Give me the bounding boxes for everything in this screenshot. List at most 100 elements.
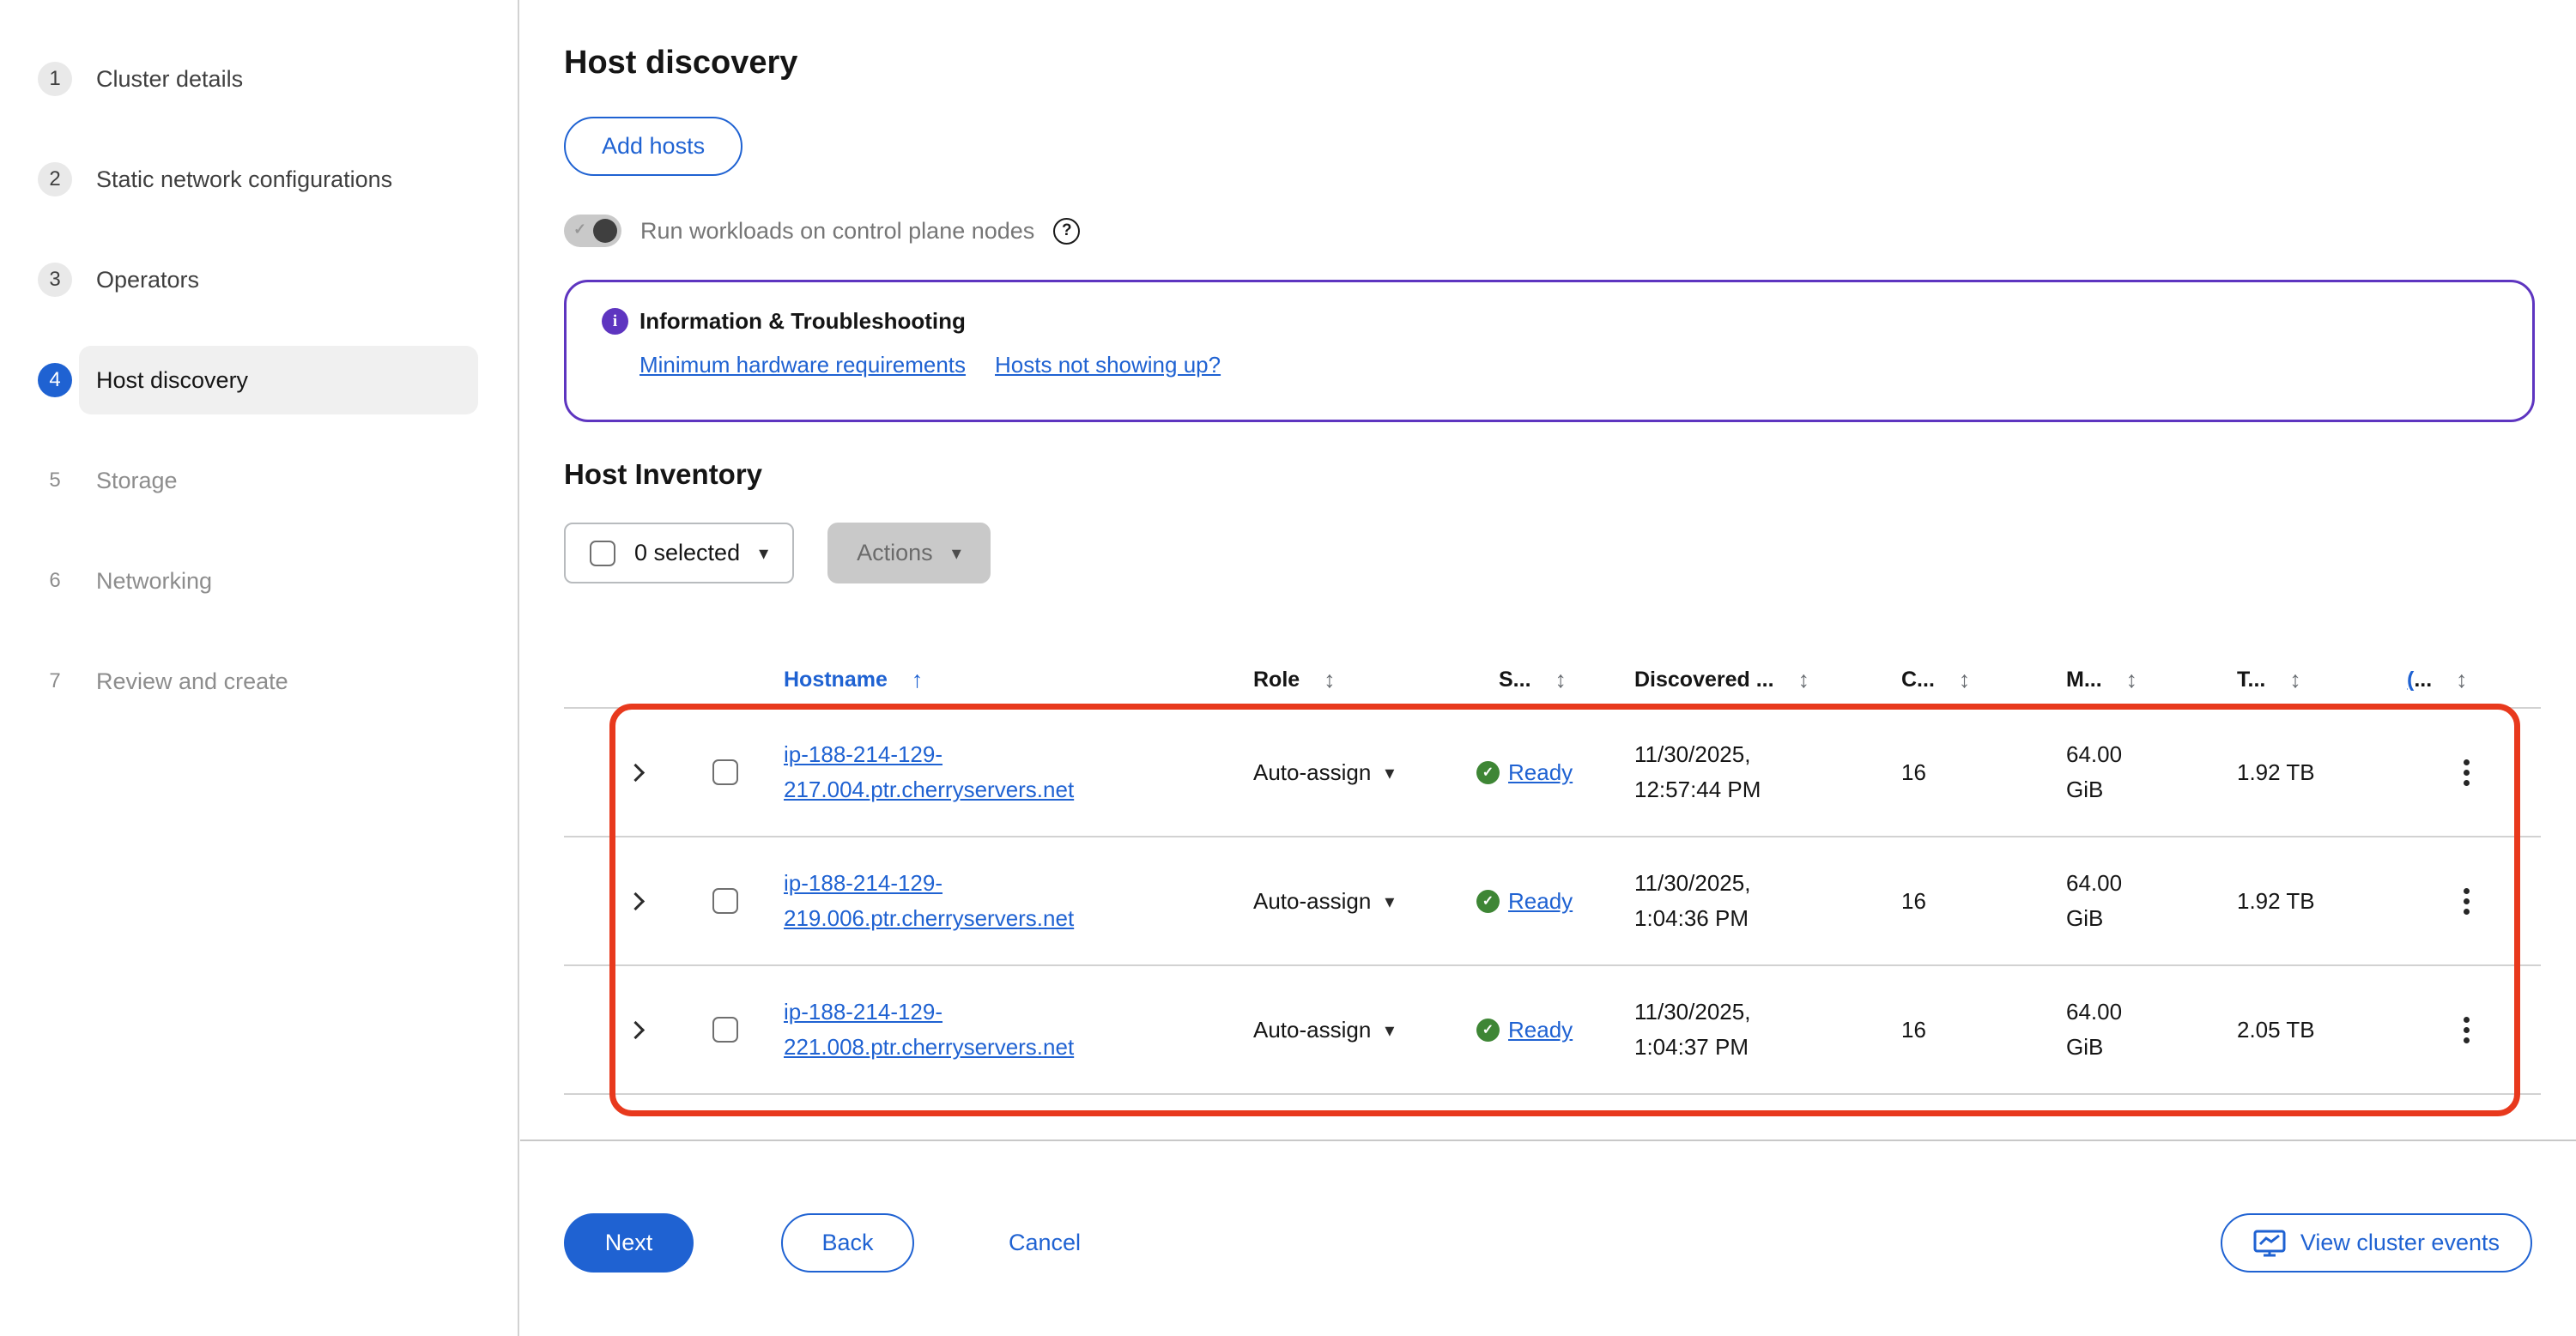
step-number: 5 xyxy=(38,463,72,498)
step-number: 4 xyxy=(38,363,72,397)
select-column-header xyxy=(688,652,761,707)
column-header-status[interactable]: S... xyxy=(1499,662,1531,698)
step-number: 7 xyxy=(38,664,72,698)
info-troubleshooting-box: i Information & Troubleshooting Minimum … xyxy=(564,280,2535,422)
sort-icon[interactable] xyxy=(1324,662,1336,698)
inventory-toolbar: 0 selected Actions xyxy=(564,523,991,583)
hosts-not-showing-up-link[interactable]: Hosts not showing up? xyxy=(995,352,1221,378)
status-link[interactable]: Ready xyxy=(1508,884,1573,919)
switch-knob xyxy=(593,219,617,243)
bulk-select-label: 0 selected xyxy=(634,540,740,566)
sort-icon[interactable] xyxy=(2289,662,2301,698)
add-hosts-button[interactable]: Add hosts xyxy=(564,117,742,176)
run-workloads-switch[interactable] xyxy=(564,215,621,247)
sort-ascending-icon[interactable] xyxy=(912,662,924,698)
table-row: ip-188-214-129-219.006.ptr.cherryservers… xyxy=(564,837,2541,966)
expand-row-chevron-icon[interactable] xyxy=(627,1020,645,1038)
kebab-menu-icon[interactable] xyxy=(2458,1012,2475,1049)
actions-dropdown[interactable]: Actions xyxy=(827,523,991,583)
column-header-storage[interactable]: T... xyxy=(2237,662,2265,698)
cpu-cores: 16 xyxy=(1852,837,2019,964)
hostname-link[interactable]: ip-188-214-129-221.008.ptr.cherryservers… xyxy=(784,994,1074,1065)
row-select-checkbox[interactable] xyxy=(712,888,738,914)
hostname-link[interactable]: ip-188-214-129-219.006.ptr.cherryservers… xyxy=(784,866,1074,936)
sidebar-item-label: Host discovery xyxy=(96,367,248,394)
ready-status-icon xyxy=(1476,761,1500,784)
bulk-select-checkbox[interactable] xyxy=(590,541,615,566)
status-link[interactable]: Ready xyxy=(1508,755,1573,790)
sidebar-item-label: Cluster details xyxy=(96,66,243,93)
role-dropdown[interactable]: Auto-assign xyxy=(1229,966,1444,1093)
kebab-menu-icon[interactable] xyxy=(2458,883,2475,920)
expand-row-chevron-icon[interactable] xyxy=(627,763,645,781)
info-box-title: Information & Troubleshooting xyxy=(639,308,966,335)
run-workloads-label: Run workloads on control plane nodes xyxy=(640,218,1034,245)
sidebar-item-cluster-details[interactable]: 1 Cluster details xyxy=(38,57,243,100)
row-select-checkbox[interactable] xyxy=(712,759,738,785)
cpu-cores: 16 xyxy=(1852,709,2019,836)
minimum-hardware-requirements-link[interactable]: Minimum hardware requirements xyxy=(639,352,966,378)
cancel-button[interactable]: Cancel xyxy=(1009,1213,1081,1273)
cpu-cores: 16 xyxy=(1852,966,2019,1093)
sidebar-item-label: Operators xyxy=(96,267,199,293)
expand-row-chevron-icon[interactable] xyxy=(627,892,645,910)
host-discovery-page: 1 Cluster details 2 Static network confi… xyxy=(0,0,2576,1336)
column-header-role[interactable]: Role xyxy=(1253,662,1300,698)
extra-cell xyxy=(2354,966,2457,1093)
sidebar-item-networking: 6 Networking xyxy=(38,559,212,602)
bulk-select-dropdown[interactable]: 0 selected xyxy=(564,523,794,583)
sidebar-item-label: Review and create xyxy=(96,668,288,695)
sort-icon[interactable] xyxy=(2126,662,2138,698)
sidebar-item-host-discovery[interactable]: 4 Host discovery xyxy=(38,359,248,402)
monitor-chart-icon xyxy=(2253,1229,2286,1258)
expand-column-header xyxy=(564,652,688,707)
footer-divider xyxy=(520,1140,2576,1141)
status-link[interactable]: Ready xyxy=(1508,1013,1573,1048)
table-header-row: Hostname Role S... Discovered ... C... M… xyxy=(564,652,2541,709)
discovered-at: 11/30/2025,12:57:44 PM xyxy=(1594,709,1852,836)
role-dropdown[interactable]: Auto-assign xyxy=(1229,709,1444,836)
step-number: 3 xyxy=(38,263,72,297)
help-icon[interactable] xyxy=(1053,218,1080,245)
chevron-down-icon xyxy=(1385,884,1394,919)
discovered-at: 11/30/2025,1:04:36 PM xyxy=(1594,837,1852,964)
wizard-footer: Next Back Cancel View cluster events xyxy=(564,1213,2532,1273)
step-number: 1 xyxy=(38,62,72,96)
kebab-menu-icon[interactable] xyxy=(2458,754,2475,791)
column-header-memory[interactable]: M... xyxy=(2066,662,2102,698)
hostname-link[interactable]: ip-188-214-129-217.004.ptr.cherryservers… xyxy=(784,737,1074,807)
kebab-column-header xyxy=(2457,652,2541,707)
sidebar-item-operators[interactable]: 3 Operators xyxy=(38,258,199,301)
host-inventory-table: Hostname Role S... Discovered ... C... M… xyxy=(564,652,2541,1095)
column-header-extra-ellipsis: ... xyxy=(2414,662,2432,698)
step-number: 6 xyxy=(38,564,72,598)
back-button[interactable]: Back xyxy=(781,1213,914,1273)
ready-status-icon xyxy=(1476,890,1500,913)
extra-cell xyxy=(2354,837,2457,964)
column-header-cpu[interactable]: C... xyxy=(1901,662,1935,698)
sidebar-item-review-and-create: 7 Review and create xyxy=(38,660,288,703)
sidebar-item-label: Static network configurations xyxy=(96,166,392,193)
sidebar-item-label: Storage xyxy=(96,468,178,494)
sort-icon[interactable] xyxy=(1959,662,1971,698)
chevron-down-icon xyxy=(1385,755,1394,790)
view-cluster-events-button[interactable]: View cluster events xyxy=(2221,1213,2532,1273)
extra-cell xyxy=(2354,709,2457,836)
sidebar-item-label: Networking xyxy=(96,568,212,595)
control-plane-toggle-row: Run workloads on control plane nodes xyxy=(564,215,1080,247)
column-header-extra[interactable]: ( xyxy=(2407,662,2414,698)
total-storage: 1.92 TB xyxy=(2186,709,2354,836)
sidebar-item-static-network-configurations[interactable]: 2 Static network configurations xyxy=(38,158,392,201)
ready-status-icon xyxy=(1476,1019,1500,1042)
page-title: Host discovery xyxy=(564,45,797,82)
memory: 64.00GiB xyxy=(2019,966,2186,1093)
role-dropdown[interactable]: Auto-assign xyxy=(1229,837,1444,964)
chevron-down-icon xyxy=(952,542,961,565)
column-header-hostname[interactable]: Hostname xyxy=(784,662,888,698)
next-button[interactable]: Next xyxy=(564,1213,694,1273)
column-header-discovered[interactable]: Discovered ... xyxy=(1634,662,1774,698)
sort-icon[interactable] xyxy=(1555,662,1567,698)
row-select-checkbox[interactable] xyxy=(712,1017,738,1043)
table-row: ip-188-214-129-221.008.ptr.cherryservers… xyxy=(564,966,2541,1095)
sort-icon[interactable] xyxy=(1798,662,1810,698)
